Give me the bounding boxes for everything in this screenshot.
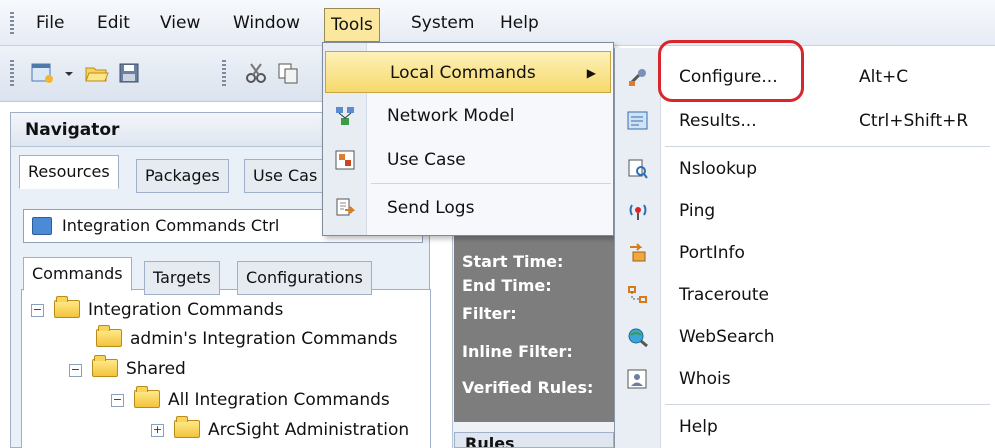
local-commands-submenu: Configure... Alt+C Results... Ctrl+Shift… xyxy=(614,48,995,448)
menu-item-portinfo[interactable]: PortInfo xyxy=(615,232,995,274)
tab-use-cases[interactable]: Use Cas xyxy=(244,159,334,193)
submenu-separator xyxy=(665,404,990,405)
expand-toggle[interactable]: + xyxy=(151,424,164,437)
tab-resources[interactable]: Resources xyxy=(19,155,119,189)
results-icon xyxy=(627,111,649,131)
menu-help[interactable]: Help xyxy=(494,10,545,38)
folder-icon xyxy=(134,386,160,408)
menu-window[interactable]: Window xyxy=(227,10,306,38)
portinfo-icon xyxy=(627,243,649,263)
menu-separator xyxy=(371,183,611,184)
collapse-toggle[interactable]: − xyxy=(31,304,44,317)
tree-node-integration-commands[interactable]: Integration Commands xyxy=(54,295,283,325)
menu-item-help[interactable]: Help xyxy=(615,406,995,448)
menu-tools[interactable]: Tools xyxy=(324,8,380,42)
menu-item-local-commands[interactable]: Local Commands ▶ xyxy=(325,51,611,93)
tab-configurations[interactable]: Configurations xyxy=(237,261,372,295)
menu-file[interactable]: File xyxy=(30,10,70,38)
open-folder-icon[interactable] xyxy=(84,62,109,84)
folder-icon xyxy=(96,325,122,347)
toolbar-grip[interactable] xyxy=(10,60,14,86)
toolbar-grip-2[interactable] xyxy=(222,60,226,86)
menu-item-send-logs[interactable]: Send Logs xyxy=(323,187,613,229)
chevron-down-icon[interactable] xyxy=(62,62,76,84)
verified-rules-label: Verified Rules: xyxy=(462,378,594,397)
websearch-icon xyxy=(627,327,649,348)
send-logs-icon xyxy=(335,198,356,218)
menu-bar: File Edit View Window Tools System Help xyxy=(0,0,995,46)
menu-item-websearch[interactable]: WebSearch xyxy=(615,316,995,358)
tab-commands[interactable]: Commands xyxy=(23,257,132,291)
menu-item-nslookup[interactable]: Nslookup xyxy=(615,148,995,190)
cut-icon[interactable] xyxy=(244,62,268,84)
tab-packages[interactable]: Packages xyxy=(136,159,229,193)
ping-icon xyxy=(627,201,649,221)
menu-edit[interactable]: Edit xyxy=(91,10,136,38)
submenu-arrow-icon: ▶ xyxy=(586,66,596,80)
folder-icon xyxy=(92,355,118,377)
start-time-label: Start Time: xyxy=(462,252,564,271)
tree-node-shared[interactable]: Shared xyxy=(92,354,186,384)
details-summary: Start Time: End Time: Filter: Inline Fil… xyxy=(454,236,614,422)
inline-filter-label: Inline Filter: xyxy=(462,342,573,361)
menu-item-use-case[interactable]: Use Case xyxy=(323,139,613,181)
end-time-label: End Time: xyxy=(462,276,552,295)
folder-icon xyxy=(174,416,200,438)
tools-menu: Local Commands ▶ Network Model Use Case … xyxy=(322,42,614,236)
folder-icon xyxy=(54,296,80,318)
wrench-icon xyxy=(627,67,649,87)
menubar-grip[interactable] xyxy=(10,12,14,34)
new-document-icon[interactable] xyxy=(30,62,54,84)
use-case-icon xyxy=(335,150,355,170)
menu-item-traceroute[interactable]: Traceroute xyxy=(615,274,995,316)
commands-tree: − Integration Commands admin's Integrati… xyxy=(21,289,431,448)
rules-section-header[interactable]: Rules xyxy=(454,432,614,448)
copy-icon[interactable] xyxy=(276,62,300,84)
whois-icon xyxy=(627,369,649,389)
menu-item-network-model[interactable]: Network Model xyxy=(323,95,613,137)
collapse-toggle[interactable]: − xyxy=(111,394,124,407)
tab-targets[interactable]: Targets xyxy=(144,261,220,295)
menu-item-results[interactable]: Results... Ctrl+Shift+R xyxy=(615,100,995,142)
collapse-toggle[interactable]: − xyxy=(69,364,82,377)
tree-node-arcsight-administration[interactable]: ArcSight Administration xyxy=(174,415,409,445)
combo-text: Integration Commands Ctrl xyxy=(62,216,280,235)
nslookup-icon xyxy=(627,159,649,179)
save-icon[interactable] xyxy=(118,62,142,84)
menu-item-whois[interactable]: Whois xyxy=(615,358,995,400)
integration-commands-icon xyxy=(32,217,52,235)
tree-node-admin-commands[interactable]: admin's Integration Commands xyxy=(96,324,398,354)
menu-view[interactable]: View xyxy=(154,10,206,38)
highlight-callout xyxy=(658,40,804,102)
menu-item-ping[interactable]: Ping xyxy=(615,190,995,232)
tree-node-all-integration-commands[interactable]: All Integration Commands xyxy=(134,385,390,415)
submenu-separator xyxy=(665,146,990,147)
toolbar xyxy=(0,46,330,102)
traceroute-icon xyxy=(627,285,649,305)
filter-label: Filter: xyxy=(462,304,517,323)
menu-system[interactable]: System xyxy=(405,10,480,38)
network-model-icon xyxy=(335,106,355,126)
